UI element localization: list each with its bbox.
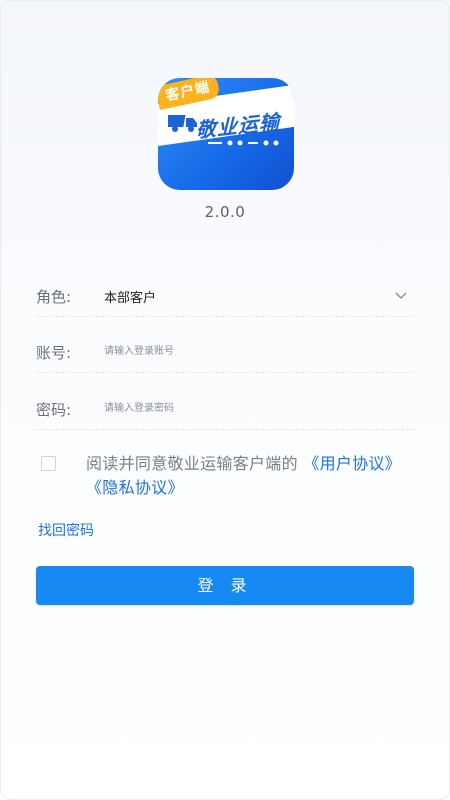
login-screen: 客户端 敬业运输 2.0.0 角色: 本部客户 账号: 密码: [0, 0, 450, 800]
role-label: 角色: [36, 288, 72, 306]
agreement-checkbox[interactable] [41, 456, 56, 471]
account-input[interactable] [104, 338, 404, 364]
agreement-text: 阅读并同意敬业运输客户端的 《用户协议》《隐私协议》 [86, 452, 416, 500]
role-selector[interactable]: 角色: 本部客户 [36, 276, 414, 317]
privacy-agreement-link[interactable]: 《隐私协议》 [86, 478, 184, 497]
forgot-password-link[interactable]: 找回密码 [38, 520, 94, 540]
login-button[interactable]: 登 录 [36, 566, 414, 605]
password-row: 密码: [36, 389, 414, 430]
app-logo: 客户端 敬业运输 [158, 78, 294, 190]
agreement-statement: 阅读并同意敬业运输客户端的 [86, 454, 298, 473]
role-value: 本部客户 [104, 291, 157, 306]
password-input[interactable] [104, 395, 404, 421]
chevron-down-icon[interactable] [394, 288, 408, 302]
password-label: 密码: [36, 401, 72, 419]
app-version: 2.0.0 [204, 203, 246, 221]
motion-dots-icon [208, 140, 279, 146]
account-row: 账号: [36, 332, 414, 373]
account-label: 账号: [36, 344, 72, 362]
user-agreement-link[interactable]: 《用户协议》 [303, 454, 401, 473]
